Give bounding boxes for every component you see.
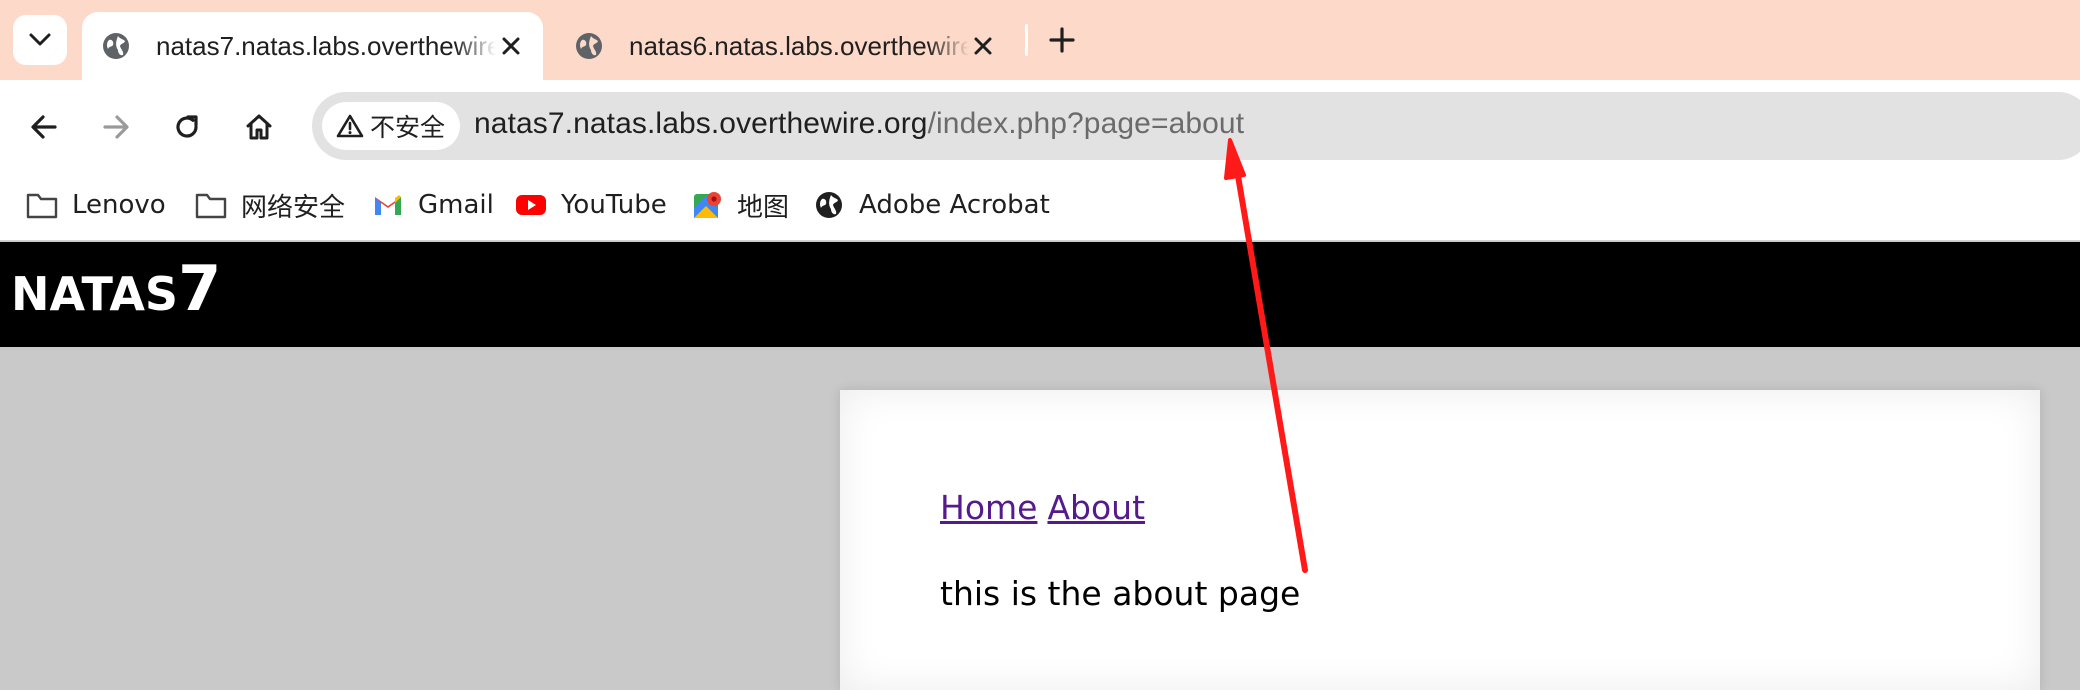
site-header: NATAS7 [0,242,2080,347]
chevron-down-icon [29,33,51,46]
page-title: NATAS7 [11,252,222,325]
home-link[interactable]: Home [940,488,1037,527]
arrow-right-icon [103,115,129,139]
content-card: Home About this is the about page [840,390,2040,690]
home-button[interactable] [236,104,282,150]
bookmarks-bar: Lenovo 网络安全 Gmail YouTube 地图 Adobe Acrob… [0,174,2080,241]
folder-icon [195,189,227,221]
bookmark-network-security[interactable]: 网络安全 [195,185,345,225]
url-text[interactable]: natas7.natas.labs.overthewire.org/index.… [474,107,1244,141]
new-tab-button[interactable] [1042,20,1082,60]
home-icon [246,114,272,140]
security-label: 不安全 [370,113,446,142]
page-body-text: this is the about page [940,574,1301,613]
gmail-icon [372,189,404,221]
plus-icon [1049,27,1075,53]
bookmark-lenovo[interactable]: Lenovo [26,185,166,225]
url-host: natas7.natas.labs.overthewire.org [474,107,928,140]
reload-icon [176,115,198,138]
bookmark-maps[interactable]: 地图 [691,185,789,225]
bookmark-adobe-acrobat[interactable]: Adobe Acrobat [813,185,1050,225]
tab-natas7[interactable]: natas7.natas.labs.overthewire.org [82,12,543,80]
close-tab-icon[interactable] [497,32,525,60]
globe-icon [100,30,132,62]
arrow-left-icon [31,115,57,139]
address-bar[interactable]: 不安全 natas7.natas.labs.overthewire.org/in… [312,92,2080,160]
bookmark-youtube[interactable]: YouTube [515,185,667,225]
tab-title: natas7.natas.labs.overthewire.org [156,30,496,61]
maps-icon [691,189,723,221]
back-button[interactable] [21,104,67,150]
bookmark-gmail[interactable]: Gmail [372,185,494,225]
page-nav: Home About [940,488,1145,527]
tab-natas6[interactable]: natas6.natas.labs.overthewire.org [555,12,1015,80]
close-tab-icon[interactable] [969,32,997,60]
url-path: /index.php?page=about [927,107,1245,140]
tab-strip: natas7.natas.labs.overthewire.org natas6… [0,0,2080,80]
browser-toolbar: 不安全 natas7.natas.labs.overthewire.org/in… [0,80,2080,174]
globe-icon [573,30,605,62]
folder-icon [26,189,58,221]
security-indicator[interactable]: 不安全 [322,102,460,150]
globe-icon [813,189,845,221]
tab-separator [1025,24,1028,56]
tab-search-button[interactable] [13,15,67,65]
warning-icon [336,114,364,138]
forward-button[interactable] [93,104,139,150]
reload-button[interactable] [164,104,210,150]
tab-title: natas6.natas.labs.overthewire.org [629,30,969,61]
youtube-icon [515,189,547,221]
about-link[interactable]: About [1047,488,1145,527]
